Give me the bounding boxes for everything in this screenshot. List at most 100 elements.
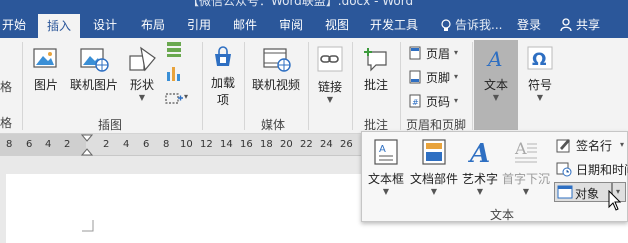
- tab-design[interactable]: 设计: [86, 12, 124, 38]
- footer-button[interactable]: 页脚 ▾: [404, 68, 464, 86]
- share-button[interactable]: 共享: [554, 12, 628, 38]
- group-divider: [202, 42, 203, 130]
- online-picture-label: 联机图片: [69, 78, 118, 92]
- tab-mailings[interactable]: 邮件: [226, 12, 264, 38]
- header-icon: [409, 46, 421, 60]
- footer-caret: ▾: [454, 72, 459, 81]
- media-group-label: 媒体: [261, 118, 286, 132]
- shapes-button[interactable]: 形状 ▼: [124, 42, 160, 116]
- ruler-number: 2: [103, 139, 110, 150]
- signature-line-label: 签名行: [576, 139, 613, 153]
- partial-group-item: 格: [0, 80, 13, 94]
- wordart-button[interactable]: A 艺术字 ▼: [460, 136, 500, 200]
- header-button[interactable]: 页眉 ▾: [404, 44, 464, 62]
- header-caret: ▾: [454, 48, 459, 57]
- wordart-icon: A: [467, 139, 490, 166]
- ruler-number: 20: [280, 139, 293, 150]
- ruler-number: 8: [6, 139, 13, 150]
- text-group-button[interactable]: A 文本 ▼: [474, 40, 518, 130]
- tab-developer[interactable]: 开发工具: [364, 12, 424, 38]
- online-picture-button[interactable]: 联机图片: [68, 42, 120, 102]
- ruler-number: 12: [200, 139, 213, 150]
- svg-text:A: A: [467, 139, 490, 166]
- ruler-number: 6: [26, 139, 33, 150]
- textbox-button[interactable]: A 文本框 ▼: [364, 136, 408, 200]
- page-number-caret: ▾: [454, 96, 459, 105]
- tab-layout[interactable]: 布局: [134, 12, 172, 38]
- online-video-icon: [263, 48, 291, 72]
- tab-insert[interactable]: 插入: [38, 14, 80, 38]
- addins-label: 加载: [210, 76, 235, 90]
- textbox-label: 文本框: [367, 172, 404, 186]
- header-label: 页眉: [426, 47, 451, 61]
- tab-home[interactable]: 开始: [0, 12, 28, 38]
- screenshot-button[interactable]: ▾: [164, 90, 190, 110]
- object-label: 对象: [575, 187, 600, 201]
- indent-marker-icon[interactable]: [81, 134, 93, 156]
- comment-label: 批注: [363, 78, 388, 92]
- svg-text:A: A: [514, 139, 527, 158]
- group-divider: [308, 42, 309, 130]
- tell-me-box[interactable]: 告诉我...: [438, 12, 514, 38]
- smartart-button[interactable]: [164, 40, 186, 60]
- wordart-label: 艺术字: [461, 172, 498, 186]
- insert-picture-button[interactable]: 图片: [26, 42, 66, 102]
- link-icon: [317, 46, 343, 72]
- text-label: 文本: [483, 78, 508, 92]
- comment-icon: [364, 48, 387, 72]
- tab-review[interactable]: 审阅: [272, 12, 310, 38]
- margin-corner-mark: [82, 220, 94, 232]
- group-divider: [400, 42, 401, 130]
- footer-label: 页脚: [426, 71, 451, 85]
- signature-icon: [556, 139, 570, 153]
- addins-button[interactable]: 加载 项: [206, 42, 240, 112]
- date-time-button[interactable]: 日期和时间: [554, 160, 628, 178]
- tab-references[interactable]: 引用: [180, 12, 218, 38]
- quick-parts-icon: [422, 139, 446, 165]
- footer-icon: [409, 70, 421, 84]
- page-number-button[interactable]: # 页码 ▾: [404, 92, 464, 110]
- group-divider: [352, 42, 353, 130]
- ruler-number: 14: [220, 139, 233, 150]
- symbols-label: 符号: [527, 78, 552, 92]
- picture-label: 图片: [33, 78, 58, 92]
- smartart-icon: [167, 42, 181, 57]
- links-label: 链接: [317, 80, 342, 94]
- ruler-number: 26: [340, 139, 353, 150]
- dropcap-button[interactable]: A 首字下沉 ▼: [500, 136, 552, 200]
- textbox-icon: A: [486, 47, 502, 70]
- omega-icon: Ω: [527, 46, 553, 70]
- page-number-icon: #: [409, 94, 421, 108]
- symbols-button[interactable]: Ω 符号 ▼: [522, 42, 558, 112]
- links-button[interactable]: 链接 ▼: [312, 42, 348, 112]
- addins-label-2: 项: [216, 93, 229, 107]
- shapes-icon: [129, 46, 156, 72]
- tab-view[interactable]: 视图: [318, 12, 356, 38]
- share-label: 共享: [576, 18, 601, 32]
- ruler-number: 10: [180, 139, 193, 150]
- object-button[interactable]: 对象: [554, 182, 612, 202]
- quick-parts-button[interactable]: 文档部件 ▼: [408, 136, 460, 200]
- mouse-pointer-icon: [608, 190, 622, 211]
- signature-line-caret: ▾: [620, 140, 625, 149]
- comment-button[interactable]: 批注: [356, 42, 396, 102]
- chart-button[interactable]: [164, 64, 186, 84]
- ruler-number: 2: [64, 139, 71, 150]
- illustrations-group-label: 插图: [98, 118, 123, 132]
- ruler-number: 16: [240, 139, 253, 150]
- dropcap-icon: A: [514, 139, 537, 163]
- screenshot-icon: [165, 93, 183, 104]
- page-number-label: 页码: [426, 95, 451, 109]
- ruler-number: 24: [320, 139, 333, 150]
- picture-icon: [33, 48, 57, 68]
- ruler-number: 8: [163, 139, 170, 150]
- group-divider: [22, 42, 23, 130]
- signature-line-button[interactable]: 签名行 ▾: [554, 136, 628, 154]
- quick-parts-caret: ▼: [430, 187, 438, 196]
- textbox-icon: A: [374, 139, 398, 165]
- person-icon: [560, 18, 572, 32]
- online-video-button[interactable]: 联机视频: [248, 42, 304, 102]
- tell-me-text: 告诉我...: [455, 18, 503, 32]
- login-button[interactable]: 登录: [512, 12, 546, 38]
- shapes-dropdown-caret: ▼: [138, 93, 146, 102]
